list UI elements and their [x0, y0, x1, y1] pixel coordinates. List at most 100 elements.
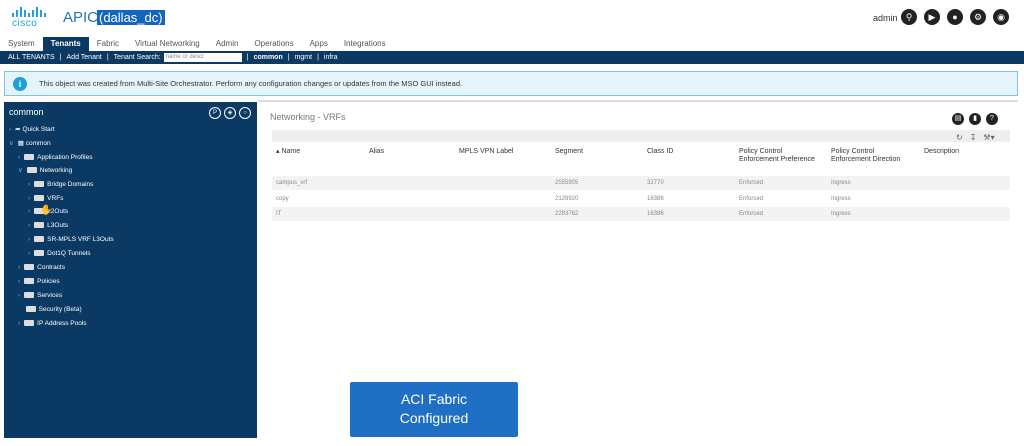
column-header-class-id[interactable]: Class ID	[647, 148, 673, 156]
tenant-common-link[interactable]: common	[254, 54, 283, 61]
column-header-description[interactable]: Description	[924, 148, 959, 156]
cell-class-id: 16386	[647, 196, 664, 202]
tab-fabric[interactable]: Fabric	[89, 37, 127, 51]
tab-virtual-networking[interactable]: Virtual Networking	[127, 37, 208, 51]
sidebar-item-common[interactable]: ∨ ▦ common	[9, 138, 51, 150]
sidebar-item-quick-start[interactable]: › ➦ Quick Start	[9, 124, 55, 136]
folder-icon	[26, 167, 37, 173]
caption-overlay: ACI Fabric Configured	[350, 382, 518, 437]
history-icon[interactable]: P	[209, 107, 221, 119]
sidebar-item-l3outs[interactable]: › L3Outs	[28, 220, 68, 232]
column-header-mpls[interactable]: MPLS VPN Label	[459, 148, 513, 156]
refresh-icon[interactable]: ○	[239, 107, 251, 119]
logo-text: cisco	[12, 18, 38, 29]
tab-admin[interactable]: Admin	[208, 37, 247, 51]
bookmark-icon[interactable]: ▮	[969, 113, 981, 125]
tenant-infra-link[interactable]: infra	[324, 54, 338, 61]
cisco-logo: cisco	[12, 7, 52, 31]
column-header-segment[interactable]: Segment	[555, 148, 583, 156]
video-icon[interactable]: ▶	[924, 9, 940, 25]
table-icon[interactable]: ▤	[952, 113, 964, 125]
tab-system[interactable]: System	[0, 37, 43, 51]
column-header-alias[interactable]: Alias	[369, 148, 384, 156]
sidebar-item-sr-mpls-l3outs[interactable]: › SR-MPLS VRF L3Outs	[28, 234, 114, 246]
sidebar-item-security[interactable]: Security (Beta)	[18, 304, 82, 316]
folder-icon	[24, 278, 35, 284]
help-icon[interactable]: ?	[986, 113, 998, 125]
folder-icon	[34, 181, 45, 187]
cell-pref: Enforced	[739, 211, 764, 217]
sidebar-item-policies[interactable]: › Policies	[18, 276, 60, 288]
banner-message: This object was created from Multi-Site …	[39, 79, 463, 88]
all-tenants-link[interactable]: ALL TENANTS	[8, 54, 55, 61]
cell-pref: Enforced	[739, 180, 764, 186]
folder-icon	[34, 222, 45, 228]
info-icon: i	[13, 77, 27, 91]
user-label[interactable]: admin	[873, 13, 898, 23]
folder-icon	[34, 250, 45, 256]
cell-class-id: 16386	[647, 211, 664, 217]
sidebar-item-dot1q-tunnels[interactable]: › Dot1Q Tunnels	[28, 248, 91, 260]
sidebar-item-bridge-domains[interactable]: › Bridge Domains	[28, 179, 93, 191]
download-icon[interactable]: ↧	[970, 133, 977, 142]
table-row[interactable]: copy 2129920 16386 Enforced Ingress	[272, 192, 1010, 206]
tenant-subnav: ALL TENANTS | Add Tenant | Tenant Search…	[0, 51, 1024, 64]
bell-icon[interactable]: ●	[947, 9, 963, 25]
caption-line-1: ACI Fabric	[400, 391, 468, 407]
tenant-icon: ▦	[17, 140, 26, 147]
page-title: Networking - VRFs	[270, 112, 346, 122]
table-row[interactable]: IT 2293762 16386 Enforced Ingress	[272, 207, 1010, 221]
top-bar: cisco APIC (dallas_dc) admin ⚲ ▶ ● ⚙ ◉	[0, 0, 1024, 37]
site-name: (dallas_dc)	[97, 10, 165, 25]
cell-name: IT	[276, 211, 282, 217]
hand-cursor-icon: ✋	[40, 205, 53, 216]
folder-icon	[24, 320, 35, 326]
column-header-name[interactable]: ▴ Name	[276, 148, 300, 156]
tab-tenants[interactable]: Tenants	[42, 37, 89, 51]
tab-operations[interactable]: Operations	[246, 37, 301, 51]
mso-info-banner: i This object was created from Multi-Sit…	[4, 71, 1018, 96]
history-back-icon[interactable]: ◈	[224, 107, 236, 119]
refresh-icon[interactable]: ↻	[956, 133, 963, 142]
app-name: APIC	[63, 9, 99, 26]
settings-icon[interactable]: ◉	[993, 9, 1009, 25]
tab-integrations[interactable]: Integrations	[336, 37, 394, 51]
cell-dir: Ingress	[831, 180, 851, 186]
cell-dir: Ingress	[831, 196, 851, 202]
add-tenant-link[interactable]: Add Tenant	[67, 54, 102, 61]
folder-icon	[24, 264, 35, 270]
table-toolbar	[272, 130, 1010, 142]
cell-pref: Enforced	[739, 196, 764, 202]
main-tabs: System Tenants Fabric Virtual Networking…	[0, 37, 1024, 51]
sidebar-item-ip-address-pools[interactable]: › IP Address Pools	[18, 318, 87, 330]
folder-icon	[34, 236, 45, 242]
cell-segment: 2555905	[555, 180, 579, 186]
tenant-search-label: Tenant Search:	[113, 54, 161, 61]
table-row[interactable]: campus_vrf 2555905 32770 Enforced Ingres…	[272, 176, 1010, 190]
caption-line-2: Configured	[399, 410, 469, 426]
cell-name: copy	[276, 196, 289, 202]
sidebar-item-services[interactable]: › Services	[18, 290, 62, 302]
folder-icon	[24, 154, 35, 160]
cell-dir: Ingress	[831, 211, 851, 217]
cell-class-id: 32770	[647, 180, 664, 186]
navigation-sidebar: common P ◈ ○ › ➦ Quick Start ∨ ▦ common › A…	[4, 102, 257, 438]
folder-icon	[24, 292, 35, 298]
tenant-search-input[interactable]: name or descr	[163, 53, 242, 62]
cell-segment: 2293762	[555, 211, 579, 217]
gear-icon[interactable]: ⚙	[970, 9, 986, 25]
search-icon[interactable]: ⚲	[901, 9, 917, 25]
column-header-enforcement-pref[interactable]: Policy Control Enforcement Preference	[739, 148, 819, 164]
column-header-enforcement-dir[interactable]: Policy Control Enforcement Direction	[831, 148, 913, 164]
sidebar-item-networking[interactable]: ∨ Networking	[18, 165, 72, 177]
tenant-mgmt-link[interactable]: mgmt	[295, 54, 313, 61]
cell-name: campus_vrf	[276, 180, 308, 186]
folder-icon	[25, 306, 36, 312]
tools-icon[interactable]: ⚒▾	[983, 133, 994, 142]
sidebar-item-vrfs[interactable]: › VRFs	[28, 193, 63, 205]
folder-icon	[34, 195, 45, 201]
cell-segment: 2129920	[555, 196, 579, 202]
sidebar-item-contracts[interactable]: › Contracts	[18, 262, 65, 274]
tab-apps[interactable]: Apps	[302, 37, 336, 51]
sidebar-item-application-profiles[interactable]: › Application Profiles	[18, 152, 92, 164]
